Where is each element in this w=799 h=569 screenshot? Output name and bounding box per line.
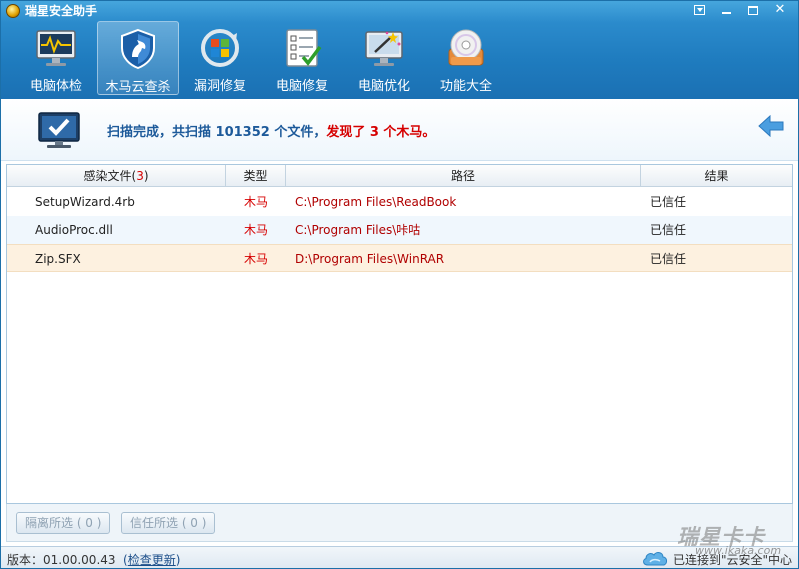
main-toolbar: 电脑体检 木马云查杀 漏洞修复 电脑修复 电脑优化 功能大全 [15,21,507,95]
app-window: 瑞星安全助手 ✕ 电脑体检 木马云查杀 漏洞修复 电脑修复 电脑优化 功能大全 … [0,0,799,569]
trust-selected-button[interactable]: 信任所选 ( 0 ) [121,512,216,534]
close-icon: ✕ [774,2,786,17]
file-path: D:\Program Files\WinRAR [295,252,445,266]
check-update-link[interactable]: 检查更新 [128,553,176,567]
action-bar: 隔离所选 ( 0 ) 信任所选 ( 0 ) [6,504,793,542]
table-row[interactable]: AudioProc.dll 木马 C:\Program Files\咔咕 已信任 [7,216,792,244]
windows-refresh-icon [201,29,239,67]
minimize-button[interactable] [714,2,738,19]
file-path: C:\Program Files\ReadBook [295,195,457,209]
scan-result-message: 扫描完成，共扫描 101352 个文件，发现了 3 个木马。 [107,121,435,140]
menu-button[interactable] [687,2,711,19]
scan-result: 已信任 [650,252,687,266]
tool-label: 漏洞修复 [193,79,246,94]
app-title: 瑞星安全助手 [25,4,98,18]
tool-label: 电脑修复 [275,79,328,94]
column-header-file[interactable]: 感染文件(3) [7,165,226,187]
tool-pc-checkup[interactable]: 电脑体检 [15,21,97,95]
threat-type: 木马 [244,195,269,209]
monitor-pulse-icon [36,30,76,66]
watermark-url: www.ikaka.com [695,544,782,557]
minimize-icon [721,12,731,14]
cloud-icon [643,552,667,566]
infected-files-table: 感染文件(3) 类型 路径 结果 SetupWizard.4rb 木马 C:\P… [6,164,793,504]
app-logo-icon [6,4,20,18]
disc-toolbox-icon [448,29,484,66]
column-label: 感染文件 [83,169,132,183]
column-header-type[interactable]: 类型 [226,165,286,187]
watermark: 瑞星卡卡 www.ikaka.com [677,521,795,565]
column-header-path[interactable]: 路径 [286,165,641,187]
tool-pc-optimize[interactable]: 电脑优化 [343,21,425,95]
file-name: Zip.SFX [35,252,81,266]
count-paren: ) [143,169,149,183]
tool-pc-repair[interactable]: 电脑修复 [261,21,343,95]
file-name: SetupWizard.4rb [35,195,135,209]
update-paren: ) [175,553,181,567]
scan-summary-text: 扫描完成，共扫描 101352 个文件， [107,125,327,140]
header: 瑞星安全助手 ✕ 电脑体检 木马云查杀 漏洞修复 电脑修复 电脑优化 功能大全 [1,1,798,99]
window-controls: ✕ [687,2,792,19]
shield-horse-icon [121,28,155,70]
column-header-result[interactable]: 结果 [641,165,792,187]
tool-label: 电脑优化 [357,79,410,94]
tool-label: 功能大全 [439,79,492,94]
tool-label: 电脑体检 [29,79,82,94]
tool-all-features[interactable]: 功能大全 [425,21,507,95]
threats-found-text: 发现了 3 个木马。 [326,125,436,140]
close-button[interactable]: ✕ [768,2,792,19]
infected-count: 3 [136,169,144,183]
scan-status-banner: 扫描完成，共扫描 101352 个文件，发现了 3 个木马。 [1,99,798,161]
threat-type: 木马 [244,252,269,266]
file-name: AudioProc.dll [35,223,113,237]
table-row-selected[interactable]: Zip.SFX 木马 D:\Program Files\WinRAR 已信任 [7,244,792,272]
scan-result: 已信任 [650,223,687,237]
back-arrow-icon[interactable] [758,115,784,137]
table-header: 感染文件(3) 类型 路径 结果 [7,165,792,187]
isolate-selected-button[interactable]: 隔离所选 ( 0 ) [16,512,111,534]
tool-label: 木马云查杀 [105,80,171,95]
maximize-icon [748,6,758,15]
version-label: 版本：01.00.00.43 [7,553,116,567]
file-path: C:\Program Files\咔咕 [295,223,421,237]
tool-trojan-scan[interactable]: 木马云查杀 [97,21,179,95]
check-update: (检查更新) [123,551,180,568]
scan-result: 已信任 [650,195,687,209]
tool-vuln-repair[interactable]: 漏洞修复 [179,21,261,95]
magic-wand-monitor-icon [365,31,403,66]
menu-dropdown-icon [693,5,705,15]
threat-type: 木马 [244,223,269,237]
maximize-button[interactable] [741,2,765,19]
table-row[interactable]: SetupWizard.4rb 木马 C:\Program Files\Read… [7,188,792,216]
title-bar: 瑞星安全助手 ✕ [1,1,798,21]
monitor-check-icon [38,112,80,148]
checklist-icon [286,29,322,67]
